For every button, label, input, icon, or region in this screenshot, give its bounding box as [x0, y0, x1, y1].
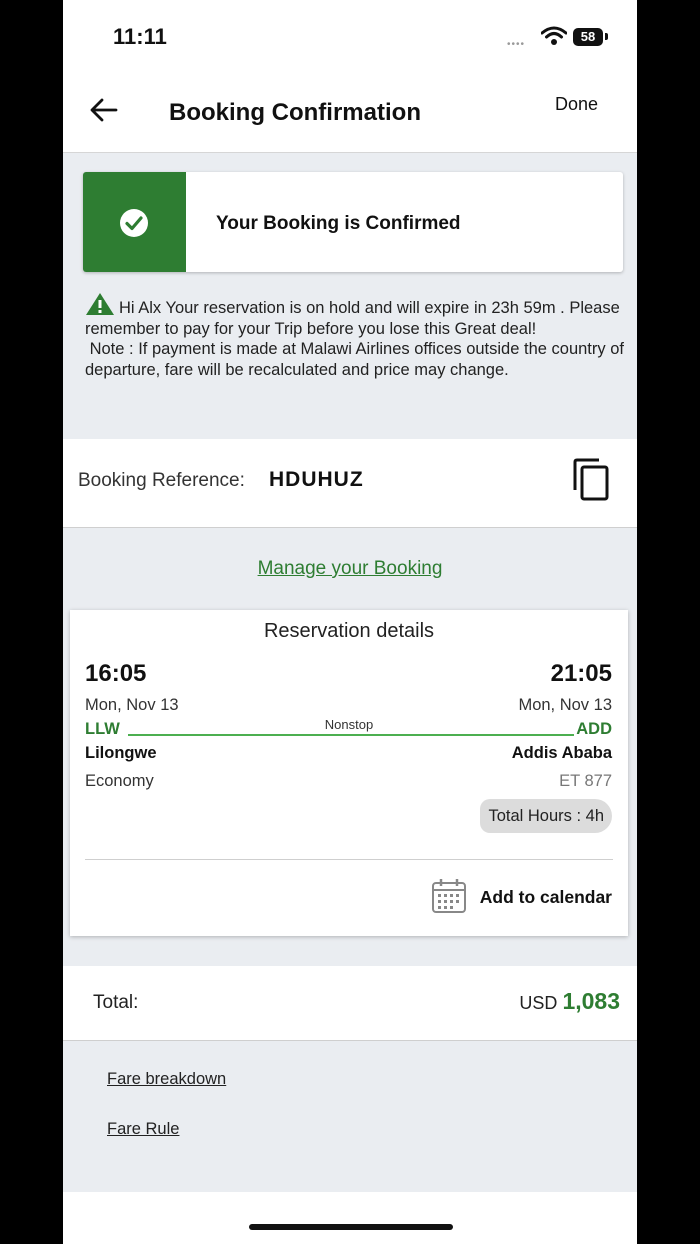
- copy-icon[interactable]: [571, 458, 611, 502]
- back-arrow-icon[interactable]: [89, 97, 119, 123]
- fare-breakdown-link[interactable]: Fare breakdown: [107, 1070, 226, 1089]
- status-time: 11:11: [113, 24, 167, 49]
- nav-bar: Booking Confirmation Done: [63, 70, 637, 153]
- confirmation-banner: Your Booking is Confirmed: [83, 172, 623, 272]
- departure-city: Lilongwe: [85, 744, 157, 762]
- arrival-date: Mon, Nov 13: [518, 696, 612, 714]
- total-currency: USD: [519, 993, 558, 1013]
- check-circle-icon: [120, 209, 148, 237]
- wifi-icon: [541, 26, 567, 45]
- arrival-airport-code: ADD: [576, 720, 612, 738]
- booking-reference-label: Booking Reference:: [78, 470, 245, 491]
- confirmation-text: Your Booking is Confirmed: [216, 213, 461, 234]
- done-button[interactable]: Done: [555, 94, 598, 115]
- warning-icon: [86, 293, 114, 315]
- hold-notice-text: Hi Alx Your reservation is on hold and w…: [85, 299, 620, 338]
- reservation-details-card: Reservation details 16:05 21:05 Mon, Nov…: [70, 610, 628, 936]
- booking-reference-code: HDUHUZ: [269, 468, 364, 491]
- battery-icon: 58: [573, 28, 603, 46]
- page-title: Booking Confirmation: [169, 99, 421, 126]
- calendar-icon[interactable]: [431, 878, 467, 914]
- departure-airport-code: LLW: [85, 720, 120, 738]
- cellular-signal-icon: ••••: [507, 39, 526, 50]
- route-line: [128, 734, 574, 736]
- departure-date: Mon, Nov 13: [85, 696, 179, 714]
- fare-rule-link[interactable]: Fare Rule: [107, 1120, 179, 1139]
- arrival-time: 21:05: [550, 660, 612, 687]
- app-screen: 11:11 •••• 58 Booking Confirmation Done …: [63, 0, 637, 1244]
- battery-tip: [605, 33, 608, 40]
- add-to-calendar-button[interactable]: Add to calendar: [480, 887, 612, 908]
- confirmation-icon-panel: [83, 172, 186, 272]
- total-label: Total:: [93, 992, 139, 1013]
- total-row: Total: USD 1,083: [63, 966, 637, 1041]
- reservation-details-title: Reservation details: [263, 620, 435, 642]
- home-indicator[interactable]: [249, 1224, 453, 1230]
- booking-reference-row: Booking Reference: HDUHUZ: [63, 439, 637, 528]
- status-bar: 11:11 •••• 58: [63, 0, 637, 70]
- hold-notice: Hi Alx Your reservation is on hold and w…: [85, 292, 625, 380]
- total-price: USD 1,083: [519, 988, 620, 1015]
- card-divider: [85, 859, 613, 860]
- total-amount: 1,083: [562, 988, 620, 1014]
- arrival-city: Addis Ababa: [511, 744, 612, 762]
- stops-label: Nonstop: [324, 717, 374, 732]
- departure-time: 16:05: [85, 660, 147, 687]
- payment-note-text: Note : If payment is made at Malawi Airl…: [85, 340, 624, 379]
- flight-number: ET 877: [559, 772, 612, 790]
- manage-booking-link[interactable]: Manage your Booking: [63, 558, 637, 580]
- total-hours-badge: Total Hours : 4h: [480, 799, 612, 833]
- bottom-area: [63, 1192, 637, 1244]
- cabin-class: Economy: [85, 772, 154, 790]
